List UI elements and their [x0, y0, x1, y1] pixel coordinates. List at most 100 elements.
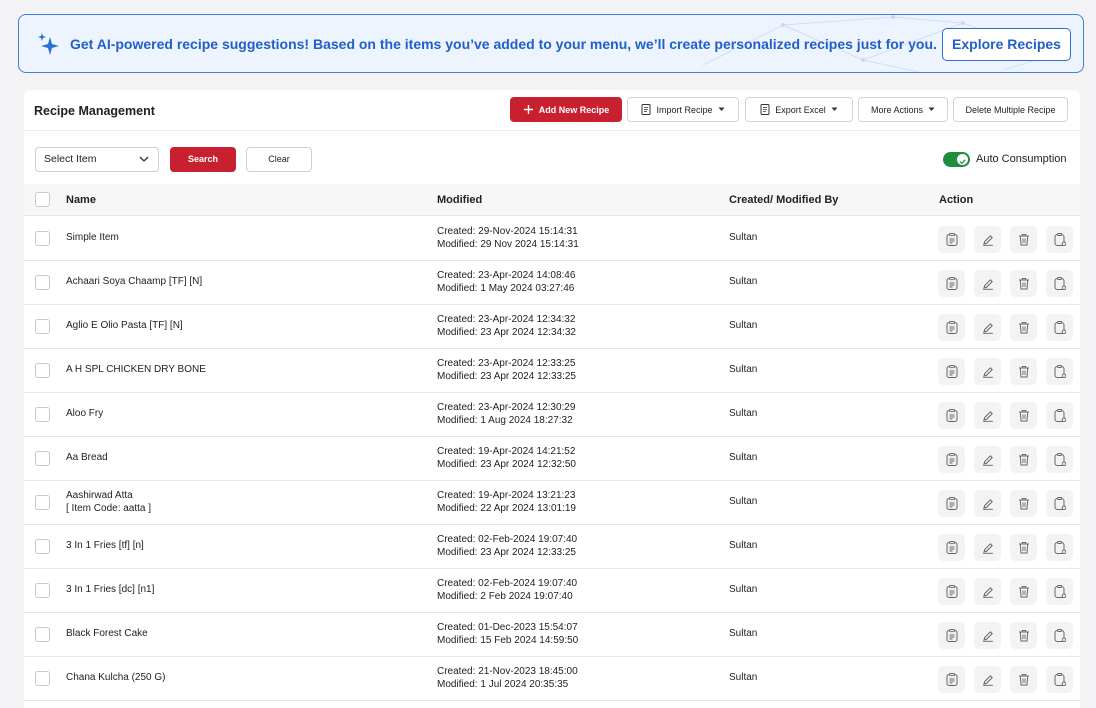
created-date: Created: 23-Apr-2024 12:33:25 [437, 358, 576, 369]
row-checkbox[interactable] [35, 319, 50, 334]
clipboard-icon [946, 277, 958, 290]
created-date: Created: 23-Apr-2024 14:08:46 [437, 270, 576, 281]
explore-recipes-button[interactable]: Explore Recipes [942, 28, 1071, 61]
recipe-name: Aglio E Olio Pasta [TF] [N] [66, 320, 183, 331]
delete-multiple-recipe-button[interactable]: Delete Multiple Recipe [953, 97, 1068, 122]
clear-button[interactable]: Clear [246, 147, 312, 172]
created-by: Sultan [729, 452, 758, 463]
recipe-name: 3 In 1 Fries [dc] [n1] [66, 584, 155, 595]
view-recipe-button[interactable] [938, 578, 965, 605]
copy-recipe-button[interactable] [1046, 622, 1073, 649]
more-actions-button[interactable]: More Actions [858, 97, 948, 122]
row-actions [938, 314, 1073, 341]
row-checkbox[interactable] [35, 495, 50, 510]
view-recipe-button[interactable] [938, 490, 965, 517]
edit-recipe-button[interactable] [974, 490, 1001, 517]
export-excel-button[interactable]: Export Excel [745, 97, 853, 122]
more-actions-label: More Actions [870, 104, 924, 115]
row-checkbox[interactable] [35, 231, 50, 246]
row-checkbox[interactable] [35, 451, 50, 466]
copy-recipe-button[interactable] [1046, 534, 1073, 561]
delete-recipe-button[interactable] [1010, 446, 1037, 473]
view-recipe-button[interactable] [938, 314, 965, 341]
table-row: Aa Bread Created: 19-Apr-2024 14:21:52 Mod… [24, 437, 1080, 481]
row-checkbox[interactable] [35, 627, 50, 642]
delete-recipe-button[interactable] [1010, 270, 1037, 297]
column-modified: Modified [437, 194, 483, 206]
row-checkbox[interactable] [35, 363, 50, 378]
view-recipe-button[interactable] [938, 666, 965, 693]
created-by: Sultan [729, 584, 758, 595]
pencil-icon [982, 630, 994, 642]
modified-date: Modified: 2 Feb 2024 19:07:40 [437, 591, 573, 602]
edit-recipe-button[interactable] [974, 622, 1001, 649]
delete-recipe-button[interactable] [1010, 226, 1037, 253]
row-checkbox[interactable] [35, 583, 50, 598]
view-recipe-button[interactable] [938, 270, 965, 297]
edit-recipe-button[interactable] [974, 314, 1001, 341]
row-checkbox[interactable] [35, 275, 50, 290]
export-excel-label: Export Excel [775, 104, 826, 115]
add-new-recipe-button[interactable]: Add New Recipe [510, 97, 622, 122]
view-recipe-button[interactable] [938, 534, 965, 561]
edit-recipe-button[interactable] [974, 534, 1001, 561]
view-recipe-button[interactable] [938, 358, 965, 385]
view-recipe-button[interactable] [938, 226, 965, 253]
trash-icon [1018, 541, 1030, 554]
edit-recipe-button[interactable] [974, 446, 1001, 473]
row-checkbox[interactable] [35, 539, 50, 554]
created-date: Created: 19-Apr-2024 14:21:52 [437, 446, 576, 457]
copy-icon [1054, 277, 1066, 290]
recipe-name: Simple Item [66, 232, 119, 243]
delete-recipe-button[interactable] [1010, 358, 1037, 385]
copy-recipe-button[interactable] [1046, 226, 1073, 253]
delete-recipe-button[interactable] [1010, 402, 1037, 429]
check-icon [959, 159, 966, 165]
created-date: Created: 02-Feb-2024 19:07:40 [437, 578, 578, 589]
column-action: Action [939, 194, 974, 206]
delete-recipe-button[interactable] [1010, 622, 1037, 649]
copy-icon [1054, 629, 1066, 642]
modified-date: Modified: 15 Feb 2024 14:59:50 [437, 635, 579, 646]
import-recipe-label: Import Recipe [656, 104, 713, 115]
copy-icon [1054, 541, 1066, 554]
edit-recipe-button[interactable] [974, 270, 1001, 297]
created-date: Created: 19-Apr-2024 13:21:23 [437, 490, 576, 501]
copy-recipe-button[interactable] [1046, 270, 1073, 297]
delete-recipe-button[interactable] [1010, 666, 1037, 693]
auto-consumption-toggle[interactable] [943, 152, 970, 167]
row-actions [938, 358, 1073, 385]
copy-recipe-button[interactable] [1046, 578, 1073, 605]
copy-recipe-button[interactable] [1046, 358, 1073, 385]
view-recipe-button[interactable] [938, 402, 965, 429]
row-checkbox[interactable] [35, 671, 50, 686]
row-checkbox[interactable] [35, 407, 50, 422]
copy-recipe-button[interactable] [1046, 666, 1073, 693]
copy-recipe-button[interactable] [1046, 446, 1073, 473]
edit-recipe-button[interactable] [974, 226, 1001, 253]
edit-recipe-button[interactable] [974, 666, 1001, 693]
created-date: Created: 23-Apr-2024 12:34:32 [437, 314, 576, 325]
delete-recipe-button[interactable] [1010, 314, 1037, 341]
select-all-checkbox[interactable] [35, 192, 50, 207]
trash-icon [1018, 233, 1030, 246]
copy-icon [1054, 453, 1066, 466]
copy-recipe-button[interactable] [1046, 490, 1073, 517]
clipboard-icon [946, 321, 958, 334]
view-recipe-button[interactable] [938, 622, 965, 649]
delete-recipe-button[interactable] [1010, 578, 1037, 605]
search-button[interactable]: Search [170, 147, 236, 172]
edit-recipe-button[interactable] [974, 578, 1001, 605]
delete-recipe-button[interactable] [1010, 534, 1037, 561]
import-recipe-button[interactable]: Import Recipe [627, 97, 739, 122]
edit-recipe-button[interactable] [974, 402, 1001, 429]
copy-recipe-button[interactable] [1046, 314, 1073, 341]
delete-recipe-button[interactable] [1010, 490, 1037, 517]
select-item-dropdown[interactable]: Select Item [35, 147, 159, 172]
copy-recipe-button[interactable] [1046, 402, 1073, 429]
edit-recipe-button[interactable] [974, 358, 1001, 385]
ai-suggestion-banner: Get AI-powered recipe suggestions! Based… [18, 14, 1084, 73]
copy-icon [1054, 321, 1066, 334]
view-recipe-button[interactable] [938, 446, 965, 473]
caret-down-icon [831, 107, 838, 111]
